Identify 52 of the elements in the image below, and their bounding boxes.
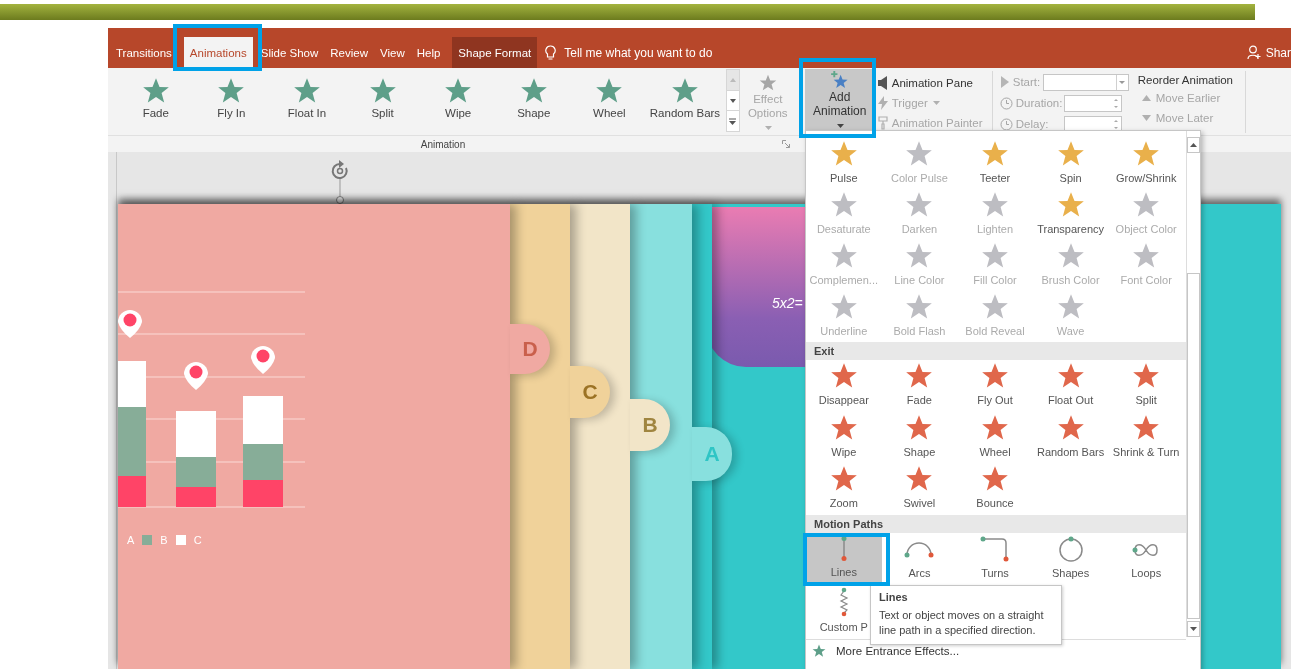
animation-gallery-item[interactable]: Fly In <box>193 69 270 135</box>
effect-item[interactable]: Split <box>1108 360 1184 412</box>
effect-item[interactable]: Float Out <box>1032 360 1109 412</box>
ribbon-tab[interactable]: Transitions <box>110 37 178 68</box>
animation-gallery-item[interactable]: Shape <box>495 69 572 135</box>
animation-gallery-item[interactable]: Float In <box>269 69 345 135</box>
effect-item[interactable]: Shapes <box>1032 533 1109 586</box>
animation-gallery-item[interactable]: Random Bars <box>647 69 723 135</box>
tooltip-title: Lines <box>879 590 909 605</box>
add-animation-button[interactable]: Add Animation <box>804 69 875 133</box>
effect-item[interactable]: Transparency <box>1032 189 1109 240</box>
timing-label: Delay: <box>999 117 1064 131</box>
effect-item[interactable]: Spin <box>1032 138 1109 189</box>
legend-label: A <box>127 534 135 546</box>
menu-section-header: Motion Paths <box>806 515 1186 534</box>
effect-item[interactable]: Teeter <box>957 138 1033 189</box>
ribbon-tab[interactable]: Review <box>324 37 374 68</box>
effect-item[interactable]: Shape <box>881 411 958 464</box>
animation-gallery-item[interactable]: Split <box>344 69 421 135</box>
tell-me-button[interactable]: Tell me what you want to do <box>545 37 713 68</box>
reorder-title: Reorder Animation <box>1137 74 1234 86</box>
effect-item[interactable]: Shrink & Turn <box>1108 411 1184 464</box>
effect-item[interactable]: Disappear <box>806 360 882 412</box>
effect-item[interactable]: Wheel <box>957 411 1033 464</box>
menu-section-header: Exit <box>806 342 1186 360</box>
timing-label: Duration: <box>999 96 1064 110</box>
ribbon-tab[interactable]: Slide Show <box>254 37 325 68</box>
effect-item[interactable]: Fade <box>881 360 958 412</box>
share-button[interactable]: Shar <box>1246 37 1291 68</box>
ribbon-command[interactable]: Animation Pane <box>876 75 989 91</box>
effect-item[interactable]: Turns <box>957 533 1033 586</box>
effect-item[interactable]: Random Bars <box>1032 411 1109 464</box>
effect-item[interactable]: Pulse <box>806 138 882 189</box>
legend-label: C <box>193 534 202 546</box>
tooltip-text: Text or object moves on a straight line path in a specified direction. <box>879 609 1044 636</box>
effect-item[interactable]: Loops <box>1108 533 1184 586</box>
illustration-text: 5x2= <box>772 295 803 311</box>
effect-item[interactable]: Swivel <box>881 463 958 516</box>
effect-item[interactable]: Grow/Shrink <box>1108 138 1184 189</box>
group-label: Animation <box>419 138 467 150</box>
legend-label: B <box>160 534 168 546</box>
ribbon-tab[interactable]: Shape Format <box>452 37 538 68</box>
effect-item[interactable]: Wipe <box>806 411 882 464</box>
effect-item[interactable]: Bounce <box>957 463 1033 516</box>
animation-gallery-item[interactable]: Wheel <box>571 69 648 135</box>
ribbon-tab[interactable]: Animations <box>183 37 253 68</box>
animation-gallery-item[interactable]: Fade <box>118 69 194 135</box>
animation-gallery-item[interactable]: Wipe <box>420 69 496 135</box>
ribbon-tab[interactable]: View <box>374 37 411 68</box>
ribbon-tab[interactable]: Help <box>410 37 447 68</box>
effect-item[interactable]: Fly Out <box>957 360 1033 412</box>
effect-item[interactable]: Zoom <box>806 463 882 516</box>
